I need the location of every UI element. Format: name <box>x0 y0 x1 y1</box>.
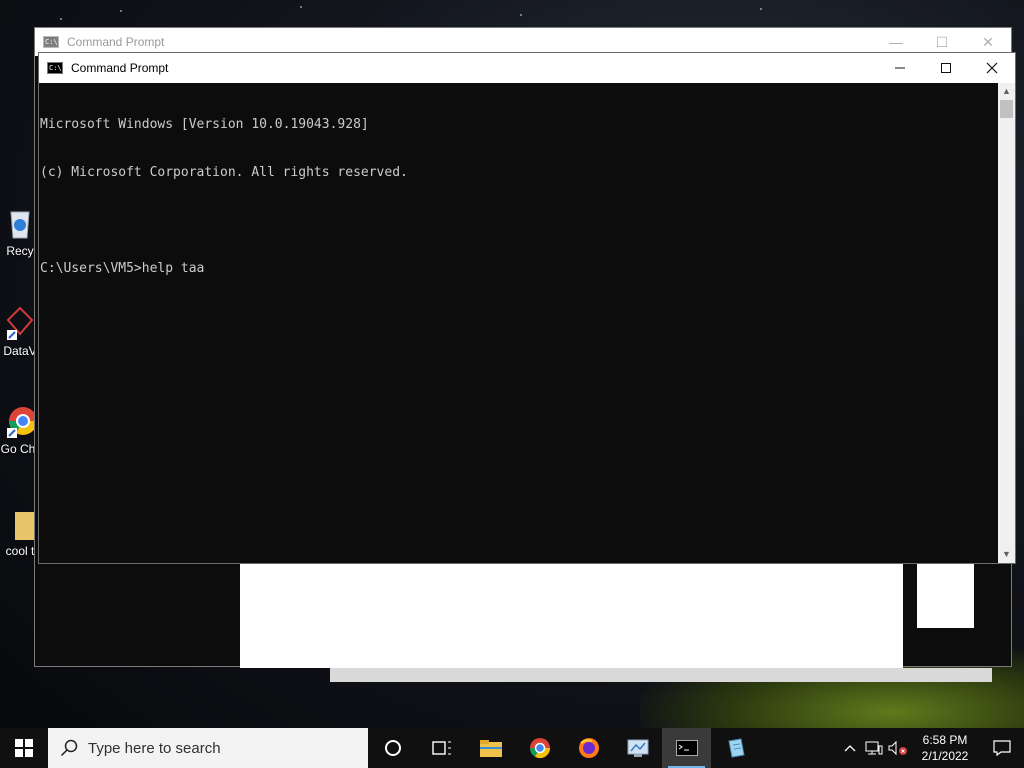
control-panel-button[interactable] <box>613 728 662 768</box>
start-button[interactable] <box>0 728 48 768</box>
windows-logo-icon <box>15 739 33 757</box>
taskbar-search-box[interactable]: Type here to search <box>48 728 368 768</box>
recycle-bin-icon <box>5 206 35 240</box>
volume-muted-icon <box>888 740 907 756</box>
chrome-icon <box>529 738 550 759</box>
datav-icon <box>5 306 35 340</box>
dialog-bottom-bar <box>330 668 992 682</box>
command-prompt-window[interactable]: C:\ Command Prompt Microsoft Windows [Ve… <box>38 52 1016 564</box>
system-tray: 6:58 PM 2/1/2022 <box>838 728 1024 768</box>
star <box>760 8 762 10</box>
vertical-scrollbar[interactable]: ▲ ▼ <box>998 83 1015 563</box>
network-icon <box>865 741 883 755</box>
notepad-button[interactable] <box>711 728 760 768</box>
window-title: Command Prompt <box>71 61 169 75</box>
file-explorer-button[interactable] <box>466 728 515 768</box>
network-button[interactable] <box>862 740 886 756</box>
search-placeholder: Type here to search <box>88 739 221 757</box>
firefox-button[interactable] <box>564 728 613 768</box>
window-titlebar[interactable]: C:\ Command Prompt <box>39 53 1015 83</box>
scroll-up-arrow-icon[interactable]: ▲ <box>998 83 1015 100</box>
cortana-button[interactable] <box>368 728 417 768</box>
star <box>60 18 62 20</box>
star <box>120 10 122 12</box>
chevron-up-icon <box>844 745 856 752</box>
task-view-button[interactable] <box>417 728 466 768</box>
console-line: Microsoft Windows [Version 10.0.19043.92… <box>40 117 369 132</box>
taskbar: Type here to search 6:58 PM 2/1/2022 <box>0 728 1024 768</box>
maximize-button[interactable]: ☐ <box>919 34 965 51</box>
scrollbar-thumb[interactable] <box>1000 100 1013 118</box>
maximize-icon <box>941 63 951 73</box>
close-button[interactable] <box>969 53 1015 83</box>
show-hidden-icons-button[interactable] <box>838 744 862 752</box>
search-icon <box>60 739 78 757</box>
cortana-icon <box>384 740 401 756</box>
control-panel-icon <box>627 739 648 757</box>
action-center-button[interactable] <box>980 740 1024 756</box>
minimize-button[interactable] <box>877 53 923 83</box>
console-prompt-line[interactable]: C:\Users\VM5>help taa <box>40 261 997 277</box>
command-prompt-icon <box>675 740 698 756</box>
volume-button[interactable] <box>886 740 910 756</box>
console-output[interactable]: Microsoft Windows [Version 10.0.19043.92… <box>39 83 998 563</box>
clock-date: 2/1/2022 <box>921 749 969 763</box>
file-explorer-icon <box>479 740 502 757</box>
close-icon <box>986 62 998 74</box>
close-button[interactable]: ✕ <box>965 34 1011 51</box>
folder-icon <box>5 506 35 540</box>
star <box>520 14 522 16</box>
clock-time: 6:58 PM <box>922 733 968 747</box>
notepad-icon <box>727 738 745 758</box>
notification-icon <box>993 740 1011 756</box>
task-view-icon <box>431 741 451 755</box>
dialog-panel <box>240 560 903 668</box>
scroll-down-arrow-icon[interactable]: ▼ <box>998 546 1015 563</box>
firefox-icon <box>578 738 599 758</box>
star <box>300 6 302 8</box>
command-prompt-icon: C:\ <box>43 36 59 48</box>
taskbar-clock[interactable]: 6:58 PM 2/1/2022 <box>910 732 980 764</box>
minimize-icon <box>895 67 905 69</box>
console-line: (c) Microsoft Corporation. All rights re… <box>40 165 408 180</box>
chrome-icon <box>5 404 37 438</box>
dialog-panel <box>917 560 974 628</box>
window-title: Command Prompt <box>67 35 165 49</box>
maximize-button[interactable] <box>923 53 969 83</box>
command-prompt-taskbar-button[interactable] <box>662 728 711 768</box>
chrome-button[interactable] <box>515 728 564 768</box>
command-prompt-icon: C:\ <box>47 62 63 74</box>
minimize-button[interactable]: — <box>873 34 919 51</box>
